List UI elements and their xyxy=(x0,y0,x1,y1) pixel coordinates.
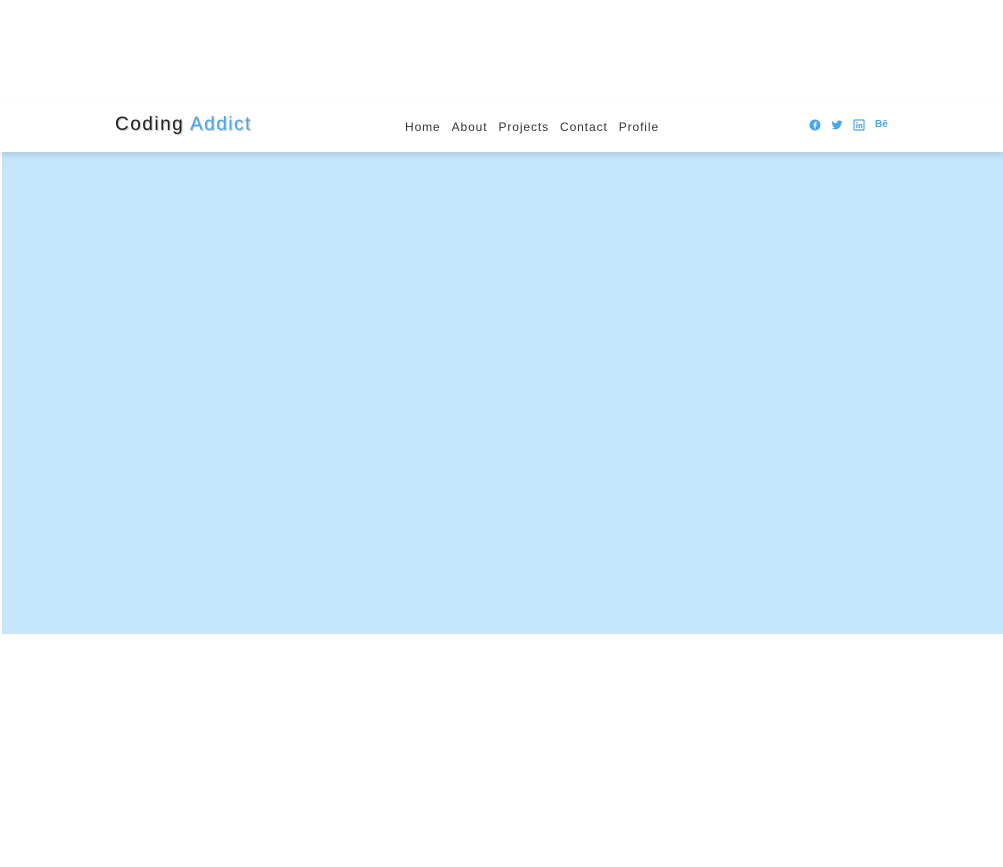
hero-banner xyxy=(2,152,1003,634)
twitter-icon[interactable] xyxy=(831,119,843,131)
nav-link-profile[interactable]: Profile xyxy=(619,120,659,134)
linkedin-icon[interactable] xyxy=(853,119,865,131)
nav-link-home[interactable]: Home xyxy=(405,120,441,134)
behance-icon[interactable]: Bē xyxy=(875,119,888,131)
logo-text-accent: Addict xyxy=(189,114,252,135)
nav-link-projects[interactable]: Projects xyxy=(498,120,549,134)
logo[interactable]: Coding Addict xyxy=(115,114,252,136)
nav-links: Home About Projects Contact Profile xyxy=(405,120,670,134)
page: Coding Addict Home About Projects Contac… xyxy=(0,0,1003,867)
nav-link-about[interactable]: About xyxy=(452,120,488,134)
facebook-icon[interactable] xyxy=(809,119,821,131)
nav-link-contact[interactable]: Contact xyxy=(560,120,608,134)
navbar: Coding Addict Home About Projects Contac… xyxy=(0,100,1003,152)
logo-text-main: Coding xyxy=(115,114,185,135)
social-links: Bē xyxy=(809,119,898,131)
